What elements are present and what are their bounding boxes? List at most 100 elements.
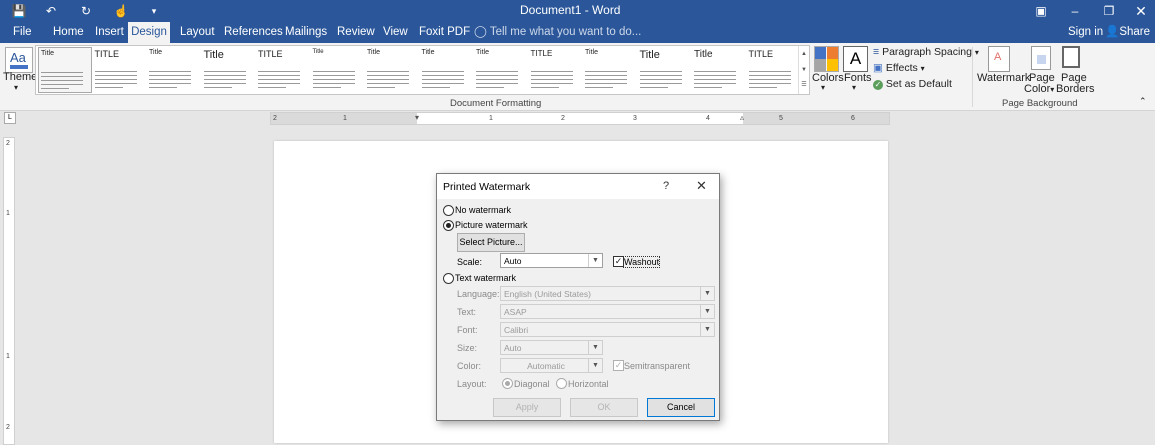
tab-mailings[interactable]: Mailings <box>285 22 327 43</box>
no-watermark-radio[interactable] <box>443 205 454 216</box>
select-picture-button[interactable]: Select Picture... <box>457 233 525 252</box>
horizontal-ruler[interactable]: 2 1 ▾ 1 2 3 4 ▵ 5 6 <box>270 112 890 125</box>
set-as-default-button[interactable]: ✓ Set as Default <box>873 78 952 90</box>
style-thumbnail-text-line <box>694 83 736 84</box>
themes-chevron-down-icon[interactable]: ▾ <box>14 83 18 92</box>
no-watermark-label[interactable]: No watermark <box>455 205 511 215</box>
semitransparent-label[interactable]: Semitransparent <box>624 361 690 371</box>
document-style-gallery[interactable]: Title TITLE Title Title TITLE Title Title Title… <box>35 45 810 95</box>
style-set-thumbnail[interactable]: Title <box>311 47 363 91</box>
help-button[interactable]: ? <box>663 180 669 192</box>
fonts-label[interactable]: Fonts <box>844 72 872 84</box>
paragraph-spacing-button[interactable]: ≡ Paragraph Spacing ▾ <box>873 46 979 58</box>
style-set-thumbnail[interactable]: Title <box>420 47 472 91</box>
cancel-button[interactable]: Cancel <box>647 398 715 417</box>
page-color-icon[interactable] <box>1031 46 1051 70</box>
text-watermark-label[interactable]: Text watermark <box>455 273 516 283</box>
style-set-thumbnail[interactable]: Title <box>38 47 92 93</box>
gallery-up-icon[interactable]: ▲ <box>799 46 809 62</box>
style-set-thumbnail[interactable]: TITLE <box>256 47 308 91</box>
style-set-thumbnail[interactable]: TITLE <box>747 47 799 91</box>
tab-design[interactable]: Design <box>128 22 170 43</box>
tab-selector-icon[interactable]: L <box>4 112 16 124</box>
tell-me-search[interactable]: ◯ Tell me what you want to do... <box>474 22 641 43</box>
style-thumbnail-text-line <box>367 83 409 84</box>
page-color-label-line2[interactable]: Color▾ <box>1024 83 1054 95</box>
effects-button[interactable]: ▣ Effects ▾ <box>873 62 925 74</box>
ok-button[interactable]: OK <box>570 398 638 417</box>
style-thumbnail-title: Title <box>694 49 713 60</box>
style-set-thumbnail[interactable]: Title <box>365 47 417 91</box>
page-borders-icon[interactable] <box>1062 46 1080 68</box>
horizontal-label[interactable]: Horizontal <box>568 379 609 389</box>
picture-watermark-radio[interactable] <box>443 220 454 231</box>
language-chevron-down-icon[interactable]: ▼ <box>700 287 714 300</box>
touch-mode-icon[interactable]: ☝ <box>112 2 130 20</box>
scale-chevron-down-icon[interactable]: ▼ <box>588 254 602 267</box>
font-combo[interactable]: Calibri ▼ <box>500 322 715 337</box>
tab-view[interactable]: View <box>383 22 408 43</box>
style-set-thumbnail[interactable]: TITLE <box>529 47 581 91</box>
diagonal-radio[interactable] <box>502 378 513 389</box>
tab-insert[interactable]: Insert <box>95 22 124 43</box>
size-chevron-down-icon[interactable]: ▼ <box>588 341 602 354</box>
text-watermark-radio[interactable] <box>443 273 454 284</box>
colors-label[interactable]: Colors <box>812 72 844 84</box>
washout-label[interactable]: Washout <box>622 256 661 268</box>
sign-in-link[interactable]: Sign in <box>1068 22 1103 43</box>
ribbon-display-options-icon[interactable]: ▣ <box>1024 0 1058 22</box>
vertical-ruler[interactable]: 2 1 1 2 <box>3 137 15 445</box>
page-borders-label-line2[interactable]: Borders <box>1056 83 1095 95</box>
watermark-icon[interactable]: A <box>988 46 1010 72</box>
text-chevron-down-icon[interactable]: ▼ <box>700 305 714 318</box>
style-set-thumbnail[interactable]: TITLE <box>93 47 145 91</box>
gallery-more-icon[interactable]: ☰ <box>799 78 809 92</box>
right-indent-marker-icon[interactable]: ▵ <box>740 113 744 122</box>
apply-button[interactable]: Apply <box>493 398 561 417</box>
fonts-chevron-down-icon[interactable]: ▾ <box>852 83 856 92</box>
save-icon[interactable]: 💾 <box>10 2 28 20</box>
tab-foxit-pdf[interactable]: Foxit PDF <box>419 22 470 43</box>
group-page-background-label: Page Background <box>1002 98 1078 109</box>
picture-watermark-label[interactable]: Picture watermark <box>455 220 528 230</box>
style-set-thumbnail[interactable]: Title <box>638 47 690 91</box>
themes-icon[interactable]: Aa <box>5 47 33 73</box>
tab-file[interactable]: File <box>13 22 32 43</box>
style-set-thumbnail[interactable]: Title <box>474 47 526 91</box>
tab-home[interactable]: Home <box>53 22 84 43</box>
font-chevron-down-icon[interactable]: ▼ <box>700 323 714 336</box>
gallery-down-icon[interactable]: ▼ <box>799 62 809 78</box>
redo-icon[interactable]: ↻ <box>77 2 95 20</box>
minimize-button[interactable]: – <box>1058 0 1092 22</box>
style-set-thumbnail[interactable]: Title <box>147 47 199 91</box>
colors-chevron-down-icon[interactable]: ▾ <box>821 83 825 92</box>
restore-button[interactable]: ❐ <box>1092 0 1126 22</box>
watermark-label[interactable]: Watermark <box>977 72 1030 84</box>
customize-qat-icon[interactable]: ▾ <box>145 2 163 20</box>
fonts-icon[interactable]: A <box>843 46 868 72</box>
washout-checkbox[interactable]: ✓ <box>613 256 624 267</box>
dialog-close-icon[interactable]: ✕ <box>696 178 707 194</box>
gallery-scroll[interactable]: ▲ ▼ ☰ <box>798 46 809 94</box>
indent-marker-icon[interactable]: ▾ <box>415 113 419 122</box>
tab-layout[interactable]: Layout <box>180 22 215 43</box>
style-set-thumbnail[interactable]: Title <box>692 47 744 91</box>
scale-combo[interactable]: Auto ▼ <box>500 253 603 268</box>
semitransparent-checkbox[interactable]: ✓ <box>613 360 624 371</box>
tab-references[interactable]: References <box>224 22 283 43</box>
tab-review[interactable]: Review <box>337 22 375 43</box>
size-combo[interactable]: Auto ▼ <box>500 340 603 355</box>
color-combo[interactable]: Automatic ▼ <box>500 358 603 373</box>
style-set-thumbnail[interactable]: Title <box>202 47 254 91</box>
text-combo[interactable]: ASAP ▼ <box>500 304 715 319</box>
collapse-ribbon-icon[interactable]: ⌃ <box>1139 96 1147 107</box>
color-chevron-down-icon[interactable]: ▼ <box>588 359 602 372</box>
language-combo[interactable]: English (United States) ▼ <box>500 286 715 301</box>
style-set-thumbnail[interactable]: Title <box>583 47 635 91</box>
close-window-button[interactable]: ✕ <box>1124 0 1155 22</box>
horizontal-radio[interactable] <box>556 378 567 389</box>
diagonal-label[interactable]: Diagonal <box>514 379 550 389</box>
undo-icon[interactable]: ↶ <box>42 2 60 20</box>
colors-icon[interactable] <box>814 46 839 72</box>
share-button[interactable]: 👤Share <box>1105 22 1150 43</box>
